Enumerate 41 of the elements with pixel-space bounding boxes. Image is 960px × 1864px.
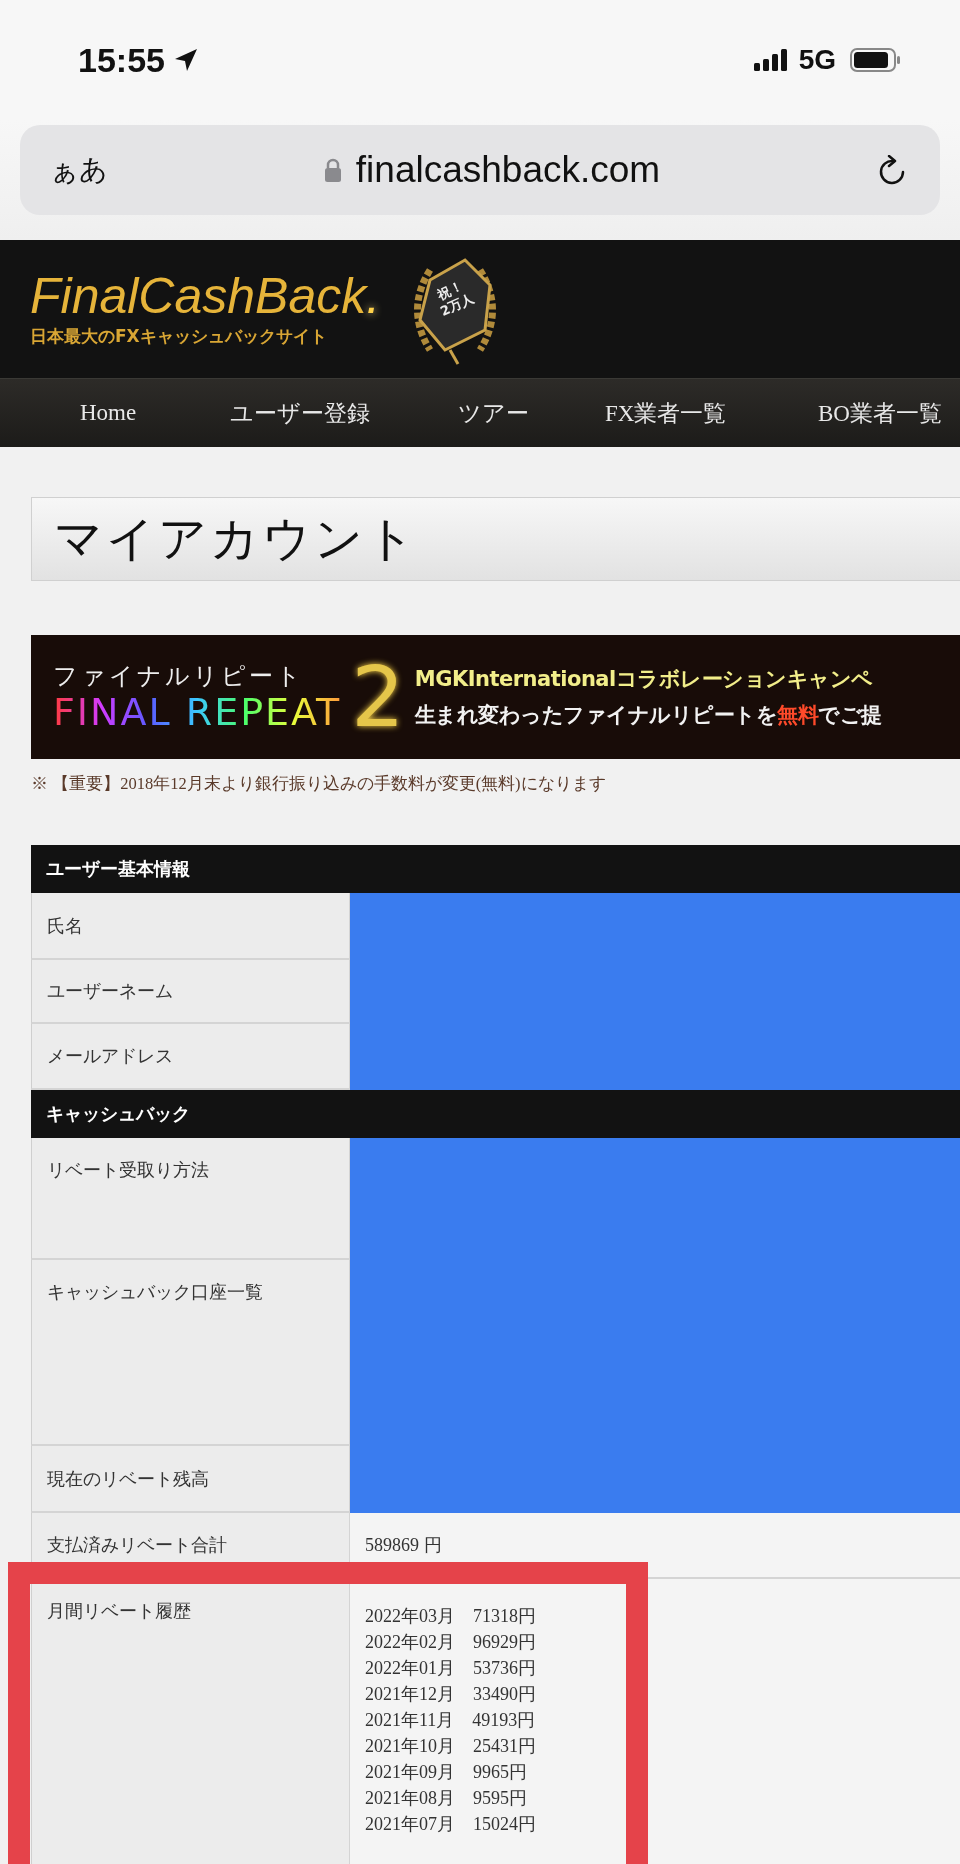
banner-numeral: 2 bbox=[351, 655, 405, 739]
text-size-button[interactable]: ぁあ bbox=[50, 151, 108, 189]
history-entry: 2021年07月 15024円 bbox=[365, 1813, 536, 1836]
nav-link[interactable]: Home bbox=[80, 400, 137, 426]
history-entry: 2022年02月 96929円 bbox=[365, 1631, 536, 1654]
network-type: 5G bbox=[798, 44, 836, 76]
history-entry: 2021年08月 9595円 bbox=[365, 1787, 527, 1810]
field-label: リベート受取り方法 bbox=[47, 1159, 209, 1182]
banner-subline: 生まれ変わったファイナルリピートを無料でご提 bbox=[414, 702, 882, 729]
site-logo[interactable]: FinalCashBack. bbox=[30, 270, 381, 321]
lock-icon bbox=[323, 158, 342, 182]
notice-text: ※ 【重要】2018年12月末より銀行振り込みの手数料が変更(無料)になります bbox=[31, 774, 606, 793]
url-text: finalcashback.com bbox=[355, 149, 661, 191]
history-entry: 2022年01月 53736円 bbox=[365, 1657, 536, 1680]
history-entry: 2022年03月 71318円 bbox=[365, 1605, 536, 1628]
clock-time: 15:55 bbox=[78, 40, 165, 80]
site-tagline: 日本最大のFXキャッシュバックサイト bbox=[30, 324, 328, 348]
nav-link[interactable]: FX業者一覧 bbox=[605, 397, 727, 429]
field-label: キャッシュバック口座一覧 bbox=[47, 1281, 263, 1304]
banner-title: ファイナルリピート bbox=[53, 661, 305, 693]
field-label: メールアドレス bbox=[47, 1045, 173, 1068]
nav-link[interactable]: ツアー bbox=[458, 397, 529, 429]
field-label: 氏名 bbox=[47, 914, 83, 938]
section-header: ユーザー基本情報 bbox=[31, 845, 960, 893]
history-entry: 2021年12月 33490円 bbox=[365, 1683, 536, 1706]
banner-headline: MGKInternationalコラボレーションキャンペ bbox=[414, 666, 874, 693]
field-label: ユーザーネーム bbox=[47, 980, 173, 1003]
field-label: 現在のリベート残高 bbox=[47, 1467, 209, 1491]
field-label: 月間リベート履歴 bbox=[47, 1600, 191, 1623]
nav-link[interactable]: ユーザー登録 bbox=[230, 397, 370, 429]
battery-icon bbox=[850, 48, 900, 72]
field-label: 支払済みリベート合計 bbox=[47, 1534, 227, 1557]
signal-bars-icon bbox=[753, 49, 787, 71]
nav-link[interactable]: BO業者一覧 bbox=[818, 397, 942, 429]
page-title: マイアカウント bbox=[31, 497, 960, 581]
address-bar[interactable]: ぁあ finalcashback.com bbox=[20, 125, 940, 215]
section-header: キャッシュバック bbox=[31, 1090, 960, 1138]
history-entry: 2021年10月 25431円 bbox=[365, 1735, 536, 1758]
field-value: 589869 円 bbox=[365, 1534, 442, 1557]
history-entry: 2021年11月 49193円 bbox=[365, 1709, 536, 1732]
history-entry: 2021年09月 9965円 bbox=[365, 1761, 527, 1784]
